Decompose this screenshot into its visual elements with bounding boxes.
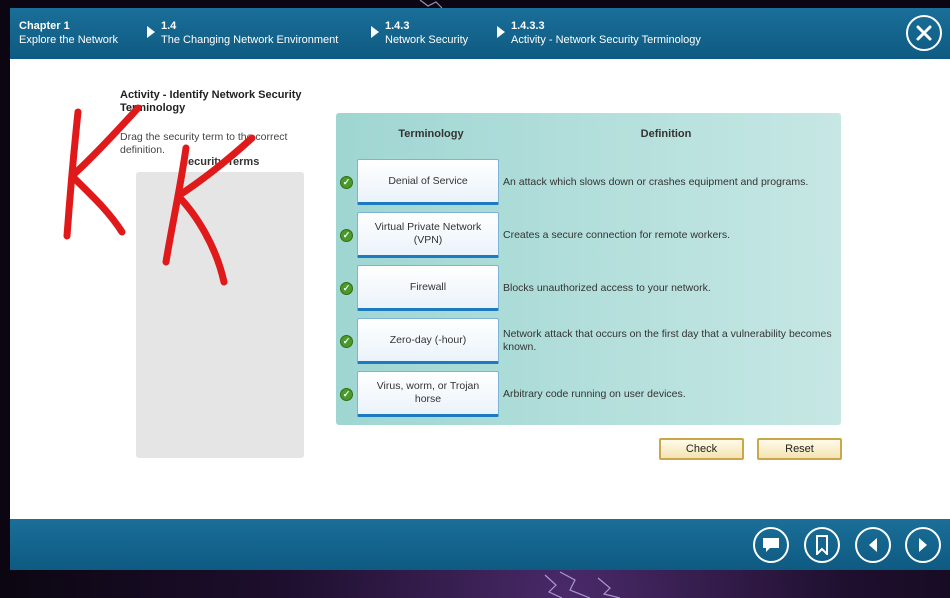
table-row: ✓ Virtual Private Network (VPN) Creates … (336, 212, 841, 260)
close-icon (916, 25, 932, 41)
breadcrumb-label: Explore the Network (19, 34, 119, 46)
definition-text: An attack which slows down or crashes eq… (503, 175, 809, 188)
security-terms-pool[interactable] (136, 172, 304, 458)
column-header-terminology: Terminology (398, 128, 464, 140)
reset-button[interactable]: Reset (757, 438, 842, 460)
activity-window: Chapter 1 Explore the Network 1.4 The Ch… (10, 8, 950, 570)
back-button[interactable] (855, 527, 891, 563)
back-icon (869, 538, 877, 552)
chevron-right-icon (497, 26, 505, 38)
term-drop-target[interactable]: Virtual Private Network (VPN) (357, 212, 499, 258)
comment-icon (763, 538, 779, 552)
breadcrumb-number: Chapter 1 (19, 20, 70, 32)
activity-title: Activity - Identify Network Security Ter… (120, 89, 302, 114)
breadcrumb-activity[interactable]: 1.4.3.3 Activity - Network Security Term… (511, 19, 701, 47)
close-button[interactable] (906, 15, 942, 51)
definition-text: Network attack that occurs on the first … (503, 328, 832, 353)
definition-text: Arbitrary code running on user devices. (503, 387, 686, 400)
activity-instructions: Drag the security term to the correct de… (120, 131, 288, 156)
security-terms-heading: Security Terms (180, 156, 260, 168)
table-row: ✓ Zero-day (-hour) Network attack that o… (336, 318, 841, 366)
checkmark-icon: ✓ (340, 176, 353, 189)
breadcrumb-label: Activity - Network Security Terminology (511, 34, 701, 46)
term-drop-target[interactable]: Firewall (357, 265, 499, 311)
breadcrumb-subsection[interactable]: 1.4.3 Network Security (385, 19, 468, 47)
checkmark-icon: ✓ (340, 335, 353, 348)
checkmark-icon: ✓ (340, 388, 353, 401)
breadcrumb-label: Network Security (385, 34, 469, 46)
breadcrumb-number: 1.4.3.3 (511, 20, 545, 32)
table-row: ✓ Denial of Service An attack which slow… (336, 159, 841, 207)
chevron-right-icon (147, 26, 155, 38)
breadcrumb-section[interactable]: 1.4 The Changing Network Environment (161, 19, 338, 47)
breadcrumb-chapter[interactable]: Chapter 1 Explore the Network (19, 19, 118, 47)
definition-text: Creates a secure connection for remote w… (503, 228, 731, 241)
bookmark-icon (816, 535, 828, 555)
bookmark-button[interactable] (804, 527, 840, 563)
term-drop-target[interactable]: Zero-day (-hour) (357, 318, 499, 364)
breadcrumb-label: The Changing Network Environment (161, 34, 339, 46)
comment-button[interactable] (753, 527, 789, 563)
chevron-right-icon (371, 26, 379, 38)
terminology-table: Terminology Definition ✓ Denial of Servi… (336, 113, 841, 425)
table-row: ✓ Firewall Blocks unauthorized access to… (336, 265, 841, 313)
definition-text: Blocks unauthorized access to your netwo… (503, 281, 711, 294)
column-header-definition: Definition (640, 128, 692, 140)
activity-content: Activity - Identify Network Security Ter… (10, 59, 950, 519)
breadcrumb-number: 1.4 (161, 20, 177, 32)
check-button[interactable]: Check (659, 438, 744, 460)
navigation-bar (10, 519, 950, 570)
term-drop-target[interactable]: Virus, worm, or Trojan horse (357, 371, 499, 417)
breadcrumb-number: 1.4.3 (385, 20, 410, 32)
breadcrumb-bar: Chapter 1 Explore the Network 1.4 The Ch… (10, 8, 950, 59)
term-drop-target[interactable]: Denial of Service (357, 159, 499, 205)
forward-icon (919, 538, 927, 552)
checkmark-icon: ✓ (340, 282, 353, 295)
forward-button[interactable] (905, 527, 941, 563)
table-row: ✓ Virus, worm, or Trojan horse Arbitrary… (336, 371, 841, 419)
checkmark-icon: ✓ (340, 229, 353, 242)
